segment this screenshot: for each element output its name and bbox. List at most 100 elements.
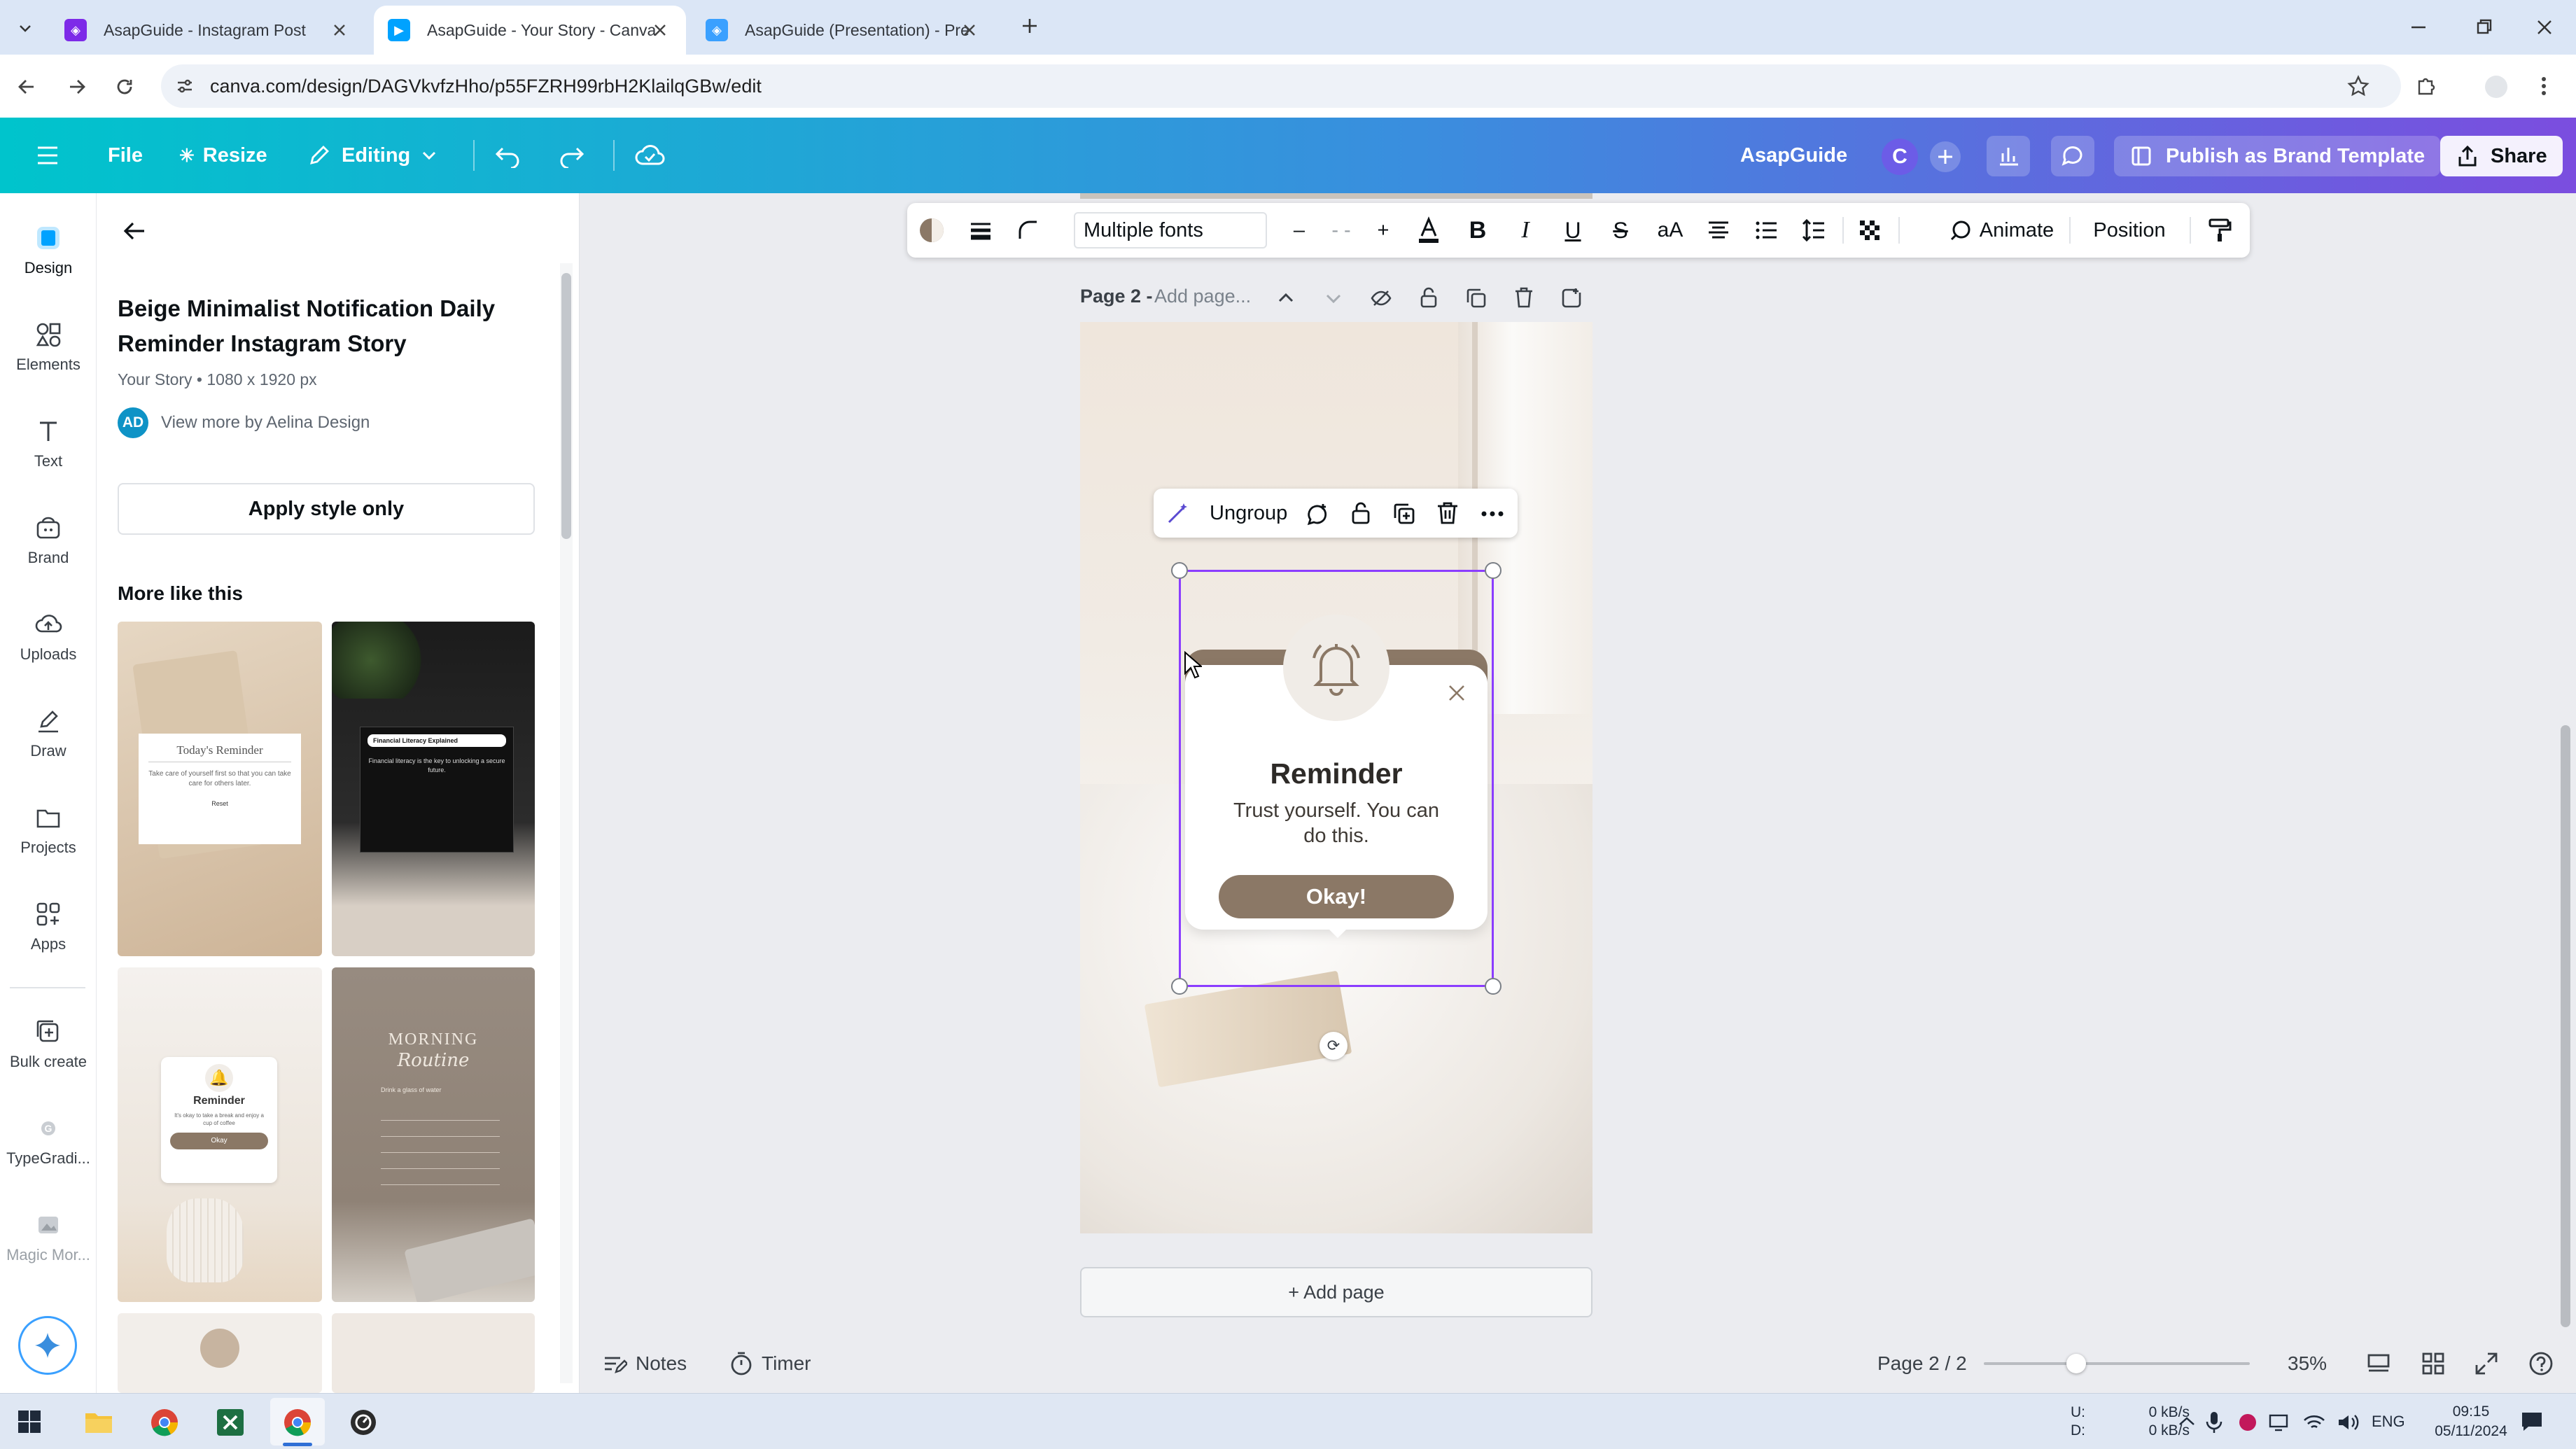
chrome-icon[interactable] bbox=[283, 1408, 312, 1437]
display-icon[interactable] bbox=[2268, 1412, 2289, 1433]
undo-icon[interactable] bbox=[494, 143, 522, 168]
screen-recorder-icon[interactable] bbox=[349, 1408, 378, 1437]
zoom-level[interactable]: 35% bbox=[2288, 1334, 2327, 1393]
add-collaborator-icon[interactable] bbox=[1928, 140, 1962, 174]
letter-case-button[interactable]: aA bbox=[1651, 203, 1690, 258]
comment-add-icon[interactable] bbox=[1305, 501, 1330, 526]
volume-icon[interactable] bbox=[2337, 1412, 2359, 1433]
rail-item-magic-morph[interactable]: Magic Mor... bbox=[0, 1211, 97, 1264]
publish-brand-template-button[interactable]: Publish as Brand Template bbox=[2114, 136, 2441, 176]
page-title-input[interactable]: Add page... bbox=[1154, 286, 1251, 307]
browser-tab-presentation[interactable]: ◈ AsapGuide (Presentation) - Pre bbox=[692, 6, 995, 55]
strikethrough-button[interactable]: S bbox=[1603, 203, 1638, 258]
extensions-icon[interactable] bbox=[2414, 74, 2437, 98]
profile-avatar[interactable] bbox=[2485, 76, 2507, 98]
template-thumbnail[interactable]: MORNING Routine Drink a glass of water bbox=[332, 967, 535, 1302]
border-style-button[interactable] bbox=[963, 203, 998, 258]
windows-start-icon[interactable] bbox=[17, 1409, 42, 1434]
brand-kit-name[interactable]: AsapGuide bbox=[1740, 118, 1847, 193]
trash-icon[interactable] bbox=[1435, 500, 1460, 526]
forward-icon[interactable] bbox=[66, 76, 88, 98]
duplicate-icon[interactable] bbox=[1392, 501, 1417, 526]
chrome-icon[interactable] bbox=[150, 1408, 179, 1437]
hide-page-icon[interactable] bbox=[1370, 287, 1392, 309]
rail-item-elements[interactable]: Elements bbox=[0, 321, 97, 374]
font-size-input[interactable]: - - bbox=[1313, 203, 1369, 258]
close-window-icon[interactable] bbox=[2534, 17, 2555, 38]
design-page[interactable]: ⟳ Reminder Trust yourself. You can do th… bbox=[1080, 322, 1592, 1233]
alignment-button[interactable] bbox=[1701, 203, 1736, 258]
main-menu-icon[interactable] bbox=[35, 144, 60, 167]
text-color-button[interactable] bbox=[1411, 203, 1446, 258]
rail-item-brand[interactable]: Brand bbox=[0, 514, 97, 567]
collaborator-avatar[interactable]: C bbox=[1882, 139, 1918, 175]
reload-icon[interactable] bbox=[113, 76, 136, 98]
browser-tab-your-story[interactable]: ▶ AsapGuide - Your Story - Canva bbox=[374, 6, 686, 55]
more-options-icon[interactable] bbox=[1480, 507, 1505, 521]
author-link[interactable]: View more by Aelina Design bbox=[161, 413, 370, 433]
transparency-button[interactable] bbox=[1852, 203, 1887, 258]
language-indicator[interactable]: ENG bbox=[2372, 1394, 2405, 1449]
add-page-icon[interactable] bbox=[1560, 287, 1583, 309]
rail-item-bulk-create[interactable]: Bulk create bbox=[0, 1018, 97, 1071]
delete-page-icon[interactable] bbox=[1513, 286, 1535, 309]
close-icon[interactable] bbox=[960, 21, 979, 39]
template-thumbnail[interactable]: Financial Literacy Explained Financial l… bbox=[332, 622, 535, 956]
panel-scrollbar[interactable] bbox=[560, 263, 573, 1383]
rail-item-design[interactable]: Design bbox=[0, 224, 97, 277]
comments-button[interactable] bbox=[2051, 136, 2094, 176]
insights-button[interactable] bbox=[1987, 136, 2030, 176]
list-button[interactable] bbox=[1749, 203, 1784, 258]
apply-style-button[interactable]: Apply style only bbox=[118, 483, 535, 535]
lock-page-icon[interactable] bbox=[1418, 286, 1440, 309]
timer-button[interactable]: Timer bbox=[729, 1334, 811, 1393]
workspace-scrollbar-thumb[interactable] bbox=[2561, 725, 2570, 1327]
excel-icon[interactable] bbox=[216, 1408, 245, 1437]
back-icon[interactable] bbox=[15, 76, 38, 98]
grid-view-icon[interactable] bbox=[2421, 1351, 2446, 1376]
duplicate-page-icon[interactable] bbox=[1465, 287, 1488, 309]
rail-item-typegradient[interactable]: G TypeGradi... bbox=[0, 1114, 97, 1168]
file-menu-button[interactable]: File bbox=[108, 118, 143, 193]
position-button[interactable]: Position bbox=[2080, 203, 2178, 258]
rotate-handle[interactable]: ⟳ bbox=[1320, 1032, 1348, 1060]
clock[interactable]: 09:15 05/11/2024 bbox=[2429, 1402, 2513, 1441]
back-arrow-icon[interactable] bbox=[120, 218, 148, 244]
zoom-slider[interactable] bbox=[1984, 1354, 2250, 1373]
share-button[interactable]: Share bbox=[2440, 136, 2563, 176]
italic-button[interactable]: I bbox=[1508, 203, 1543, 258]
notes-button[interactable]: Notes bbox=[602, 1334, 687, 1393]
file-explorer-icon[interactable] bbox=[84, 1408, 113, 1436]
rail-item-apps[interactable]: Apps bbox=[0, 900, 97, 953]
font-family-dropdown[interactable]: Multiple fonts bbox=[1074, 212, 1267, 248]
close-icon[interactable] bbox=[651, 21, 669, 39]
color-swatch-button[interactable] bbox=[914, 203, 949, 258]
panel-scrollbar-thumb[interactable] bbox=[561, 273, 571, 539]
tab-list-button[interactable] bbox=[13, 15, 38, 41]
rail-item-text[interactable]: Text bbox=[0, 417, 97, 470]
template-thumbnail[interactable]: 🔔 Reminder It's okay to take a break and… bbox=[118, 967, 322, 1302]
ungroup-button[interactable]: Ungroup bbox=[1210, 489, 1287, 538]
tray-app-icon[interactable] bbox=[2237, 1412, 2258, 1433]
magic-edit-icon[interactable] bbox=[1165, 501, 1190, 526]
editing-mode-button[interactable]: Editing bbox=[307, 118, 438, 193]
cloud-saved-icon[interactable] bbox=[634, 141, 665, 169]
lock-icon[interactable] bbox=[1348, 500, 1373, 526]
corner-rounding-button[interactable] bbox=[1011, 203, 1046, 258]
resize-handle[interactable] bbox=[1171, 562, 1188, 579]
browser-tab-instagram-post[interactable]: ◈ AsapGuide - Instagram Post bbox=[50, 6, 365, 55]
rail-item-uploads[interactable]: Uploads bbox=[0, 610, 97, 664]
restore-icon[interactable] bbox=[2474, 17, 2495, 38]
resize-handle[interactable] bbox=[1485, 562, 1502, 579]
chevron-up-icon[interactable] bbox=[1276, 288, 1296, 308]
template-thumbnail[interactable] bbox=[118, 1313, 322, 1393]
rail-item-projects[interactable]: Projects bbox=[0, 804, 97, 857]
fullscreen-icon[interactable] bbox=[2474, 1351, 2499, 1376]
template-thumbnail[interactable]: Today's Reminder Take care of yourself f… bbox=[118, 622, 322, 956]
resize-handle[interactable] bbox=[1485, 978, 1502, 995]
close-icon[interactable] bbox=[330, 21, 349, 39]
redo-icon[interactable] bbox=[557, 143, 585, 168]
browser-menu-icon[interactable] bbox=[2537, 74, 2551, 98]
site-settings-icon[interactable] bbox=[175, 76, 195, 96]
add-page-button[interactable]: + Add page bbox=[1080, 1267, 1592, 1317]
